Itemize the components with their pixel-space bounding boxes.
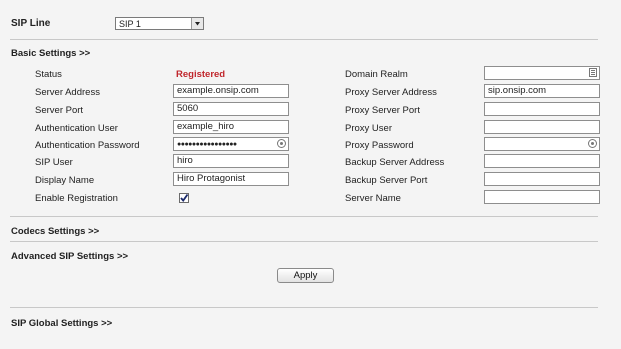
- reveal-password-icon[interactable]: [277, 139, 286, 148]
- sip-user-label: SIP User: [35, 157, 73, 168]
- backup-server-address-label: Backup Server Address: [345, 157, 445, 168]
- divider: [10, 307, 598, 308]
- sip-global-settings-toggle[interactable]: SIP Global Settings >>: [11, 318, 112, 329]
- sip-line-selected: SIP 1: [119, 19, 141, 29]
- domain-realm-input[interactable]: [484, 66, 600, 80]
- server-port-label: Server Port: [35, 105, 84, 116]
- server-name-label: Server Name: [345, 193, 401, 204]
- server-name-input[interactable]: [484, 190, 600, 204]
- server-address-input[interactable]: example.onsip.com: [173, 84, 289, 98]
- backup-server-port-label: Backup Server Port: [345, 175, 428, 186]
- auth-user-label: Authentication User: [35, 123, 118, 134]
- server-port-input[interactable]: 5060: [173, 102, 289, 116]
- proxy-server-address-label: Proxy Server Address: [345, 87, 437, 98]
- sip-line-label: SIP Line: [11, 18, 51, 29]
- backup-server-port-input[interactable]: [484, 172, 600, 186]
- apply-button[interactable]: Apply: [277, 268, 334, 283]
- list-icon[interactable]: [589, 68, 597, 77]
- basic-settings-toggle[interactable]: Basic Settings >>: [11, 48, 90, 59]
- domain-realm-label: Domain Realm: [345, 69, 408, 80]
- codecs-settings-toggle[interactable]: Codecs Settings >>: [11, 226, 99, 237]
- chevron-down-icon[interactable]: [191, 18, 203, 29]
- display-name-input[interactable]: Hiro Protagonist: [173, 172, 289, 186]
- proxy-server-port-label: Proxy Server Port: [345, 105, 420, 116]
- reveal-password-icon[interactable]: [588, 139, 597, 148]
- sip-line-select[interactable]: SIP 1: [115, 17, 204, 30]
- advanced-sip-settings-toggle[interactable]: Advanced SIP Settings >>: [11, 251, 128, 262]
- proxy-password-input[interactable]: [484, 137, 600, 151]
- divider: [10, 39, 598, 40]
- proxy-password-label: Proxy Password: [345, 140, 414, 151]
- display-name-label: Display Name: [35, 175, 95, 186]
- status-value: Registered: [176, 69, 226, 80]
- proxy-server-port-input[interactable]: [484, 102, 600, 116]
- auth-password-label: Authentication Password: [35, 140, 140, 151]
- divider: [10, 241, 598, 242]
- proxy-server-address-input[interactable]: sip.onsip.com: [484, 84, 600, 98]
- enable-registration-checkbox[interactable]: [179, 193, 189, 203]
- auth-password-value: ●●●●●●●●●●●●●●●●: [177, 141, 237, 148]
- sip-user-input[interactable]: hiro: [173, 154, 289, 168]
- backup-server-address-input[interactable]: [484, 154, 600, 168]
- status-label: Status: [35, 69, 62, 80]
- proxy-user-label: Proxy User: [345, 123, 392, 134]
- divider: [10, 216, 598, 217]
- auth-password-input[interactable]: ●●●●●●●●●●●●●●●●: [173, 137, 289, 151]
- enable-registration-label: Enable Registration: [35, 193, 118, 204]
- server-address-label: Server Address: [35, 87, 100, 98]
- proxy-user-input[interactable]: [484, 120, 600, 134]
- auth-user-input[interactable]: example_hiro: [173, 120, 289, 134]
